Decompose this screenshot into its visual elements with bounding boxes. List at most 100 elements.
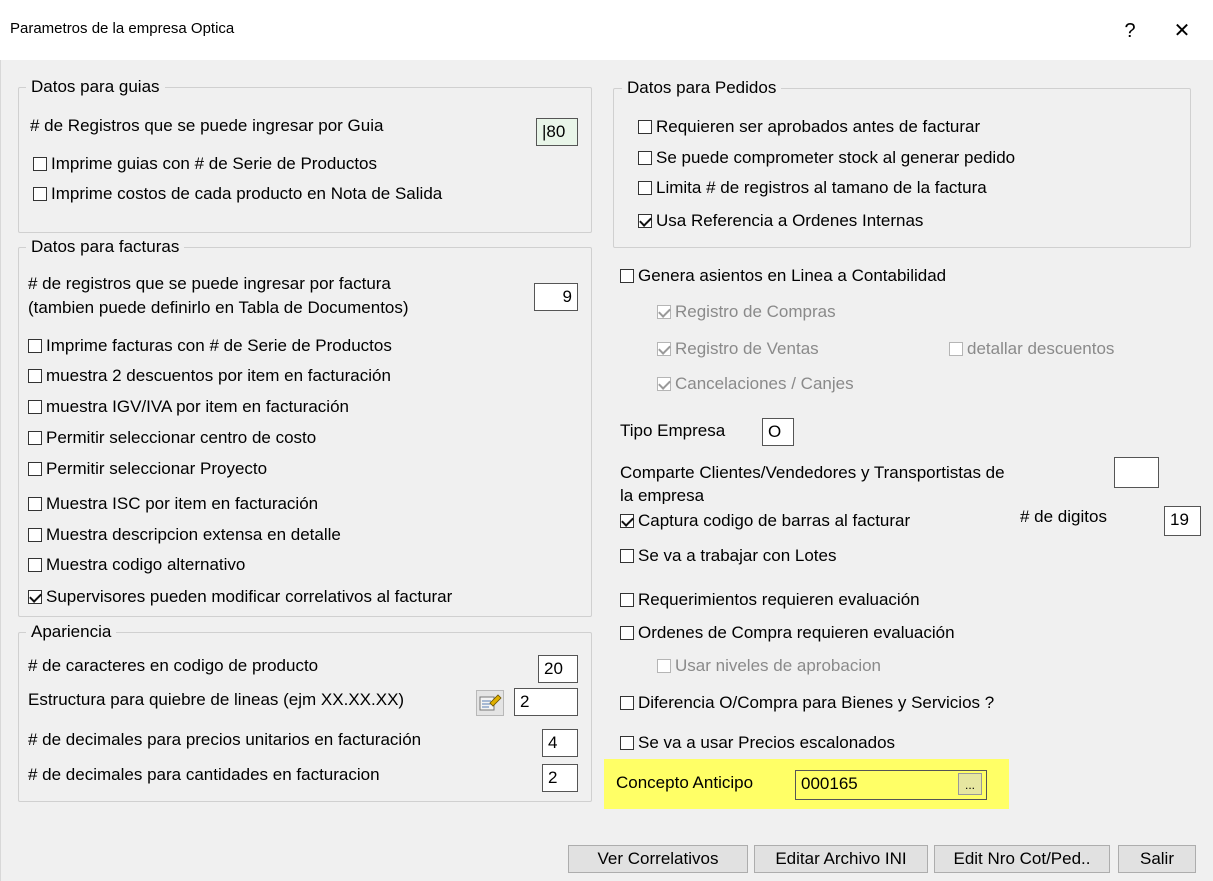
checkbox-box[interactable] [638, 151, 652, 165]
facturas-option-isc[interactable]: Muestra ISC por item en facturación [28, 494, 318, 514]
pedidos-option-referencia[interactable]: Usa Referencia a Ordenes Internas [638, 211, 923, 231]
requerimientos-checkbox[interactable]: Requerimientos requieren evaluación [620, 590, 920, 610]
checkbox-label: Permitir seleccionar centro de costo [46, 428, 317, 447]
checkbox-box [657, 305, 671, 319]
checkbox-box[interactable] [620, 626, 634, 640]
checkbox-box[interactable] [620, 514, 634, 528]
caracteres-input[interactable]: 20 [538, 655, 578, 683]
comparte-input[interactable] [1114, 457, 1159, 488]
checkbox-box [657, 659, 671, 673]
checkbox-box[interactable] [620, 696, 634, 710]
checkbox-box[interactable] [28, 431, 42, 445]
facturas-option-descripcion[interactable]: Muestra descripcion extensa en detalle [28, 525, 341, 545]
checkbox-box [657, 377, 671, 391]
checkbox-box[interactable] [620, 269, 634, 283]
ordenes-compra-checkbox[interactable]: Ordenes de Compra requieren evaluación [620, 623, 955, 643]
salir-button[interactable]: Salir [1118, 845, 1196, 873]
checkbox-box[interactable] [638, 181, 652, 195]
checkbox-box[interactable] [28, 497, 42, 511]
checkbox-box[interactable] [28, 369, 42, 383]
checkbox-box[interactable] [28, 528, 42, 542]
checkbox-label: Registro de Compras [675, 302, 836, 321]
comparte-label-1: Comparte Clientes/Vendedores y Transport… [620, 463, 1005, 482]
anticipo-browse-button[interactable]: ... [958, 773, 982, 795]
caracteres-label: # de caracteres en codigo de producto [28, 656, 319, 675]
precios-escalonados-checkbox[interactable]: Se va a usar Precios escalonados [620, 733, 895, 753]
editar-ini-button[interactable]: Editar Archivo INI [754, 845, 928, 873]
facturas-option-supervisores[interactable]: Supervisores pueden modificar correlativ… [28, 587, 452, 607]
cancelaciones-checkbox: Cancelaciones / Canjes [657, 374, 854, 394]
checkbox-label: Usar niveles de aprobacion [675, 656, 882, 675]
pedidos-legend: Datos para Pedidos [622, 78, 782, 98]
guias-registros-label: # de Registros que se puede ingresar por… [30, 116, 384, 135]
dec-cant-input[interactable]: 2 [542, 764, 578, 792]
checkbox-label: Cancelaciones / Canjes [675, 374, 854, 393]
guias-series-checkbox[interactable]: Imprime guias con # de Serie de Producto… [33, 154, 377, 174]
checkbox-label: Genera asientos en Linea a Contabilidad [638, 266, 947, 285]
checkbox-label: Limita # de registros al tamano de la fa… [656, 178, 987, 197]
tipo-empresa-input[interactable]: O [762, 418, 794, 446]
digitos-label: # de digitos [1020, 507, 1107, 526]
comparte-label-2: la empresa [620, 486, 705, 504]
pedidos-option-limita[interactable]: Limita # de registros al tamano de la fa… [638, 178, 987, 198]
digitos-input[interactable]: 19 [1164, 506, 1201, 536]
dec-precios-input[interactable]: 4 [542, 729, 578, 757]
guias-legend: Datos para guias [26, 77, 165, 97]
guias-registros-input[interactable]: |80 [536, 118, 578, 146]
checkbox-box[interactable] [28, 558, 42, 572]
facturas-registros-input[interactable]: 9 [534, 283, 578, 311]
tipo-empresa-label: Tipo Empresa [620, 421, 726, 440]
checkbox-label: Captura codigo de barras al facturar [638, 511, 911, 530]
checkbox-label: detallar descuentos [967, 339, 1115, 358]
checkbox-label: Requieren ser aprobados antes de factura… [656, 117, 981, 136]
facturas-option-descuentos[interactable]: muestra 2 descuentos por item en factura… [28, 366, 391, 386]
window-title: Parametros de la empresa Optica [10, 20, 235, 37]
checkbox-box[interactable] [28, 400, 42, 414]
checkbox-label: Supervisores pueden modificar correlativ… [46, 587, 453, 606]
facturas-option-codigo-alt[interactable]: Muestra codigo alternativo [28, 555, 245, 575]
facturas-option-igv[interactable]: muestra IGV/IVA por item en facturación [28, 397, 349, 417]
estructura-input[interactable]: 2 [514, 688, 578, 716]
checkbox-box[interactable] [638, 214, 652, 228]
edit-structure-icon[interactable] [476, 690, 504, 716]
checkbox-box[interactable] [33, 157, 47, 171]
checkbox-label: Permitir seleccionar Proyecto [46, 459, 268, 478]
checkbox-box[interactable] [620, 549, 634, 563]
niveles-aprobacion-checkbox: Usar niveles de aprobacion [657, 656, 881, 676]
edit-cot-ped-button[interactable]: Edit Nro Cot/Ped.. [934, 845, 1110, 873]
checkbox-box[interactable] [638, 120, 652, 134]
pedidos-option-stock[interactable]: Se puede comprometer stock al generar pe… [638, 148, 1015, 168]
facturas-option-centro-costo[interactable]: Permitir seleccionar centro de costo [28, 428, 316, 448]
lotes-checkbox[interactable]: Se va a trabajar con Lotes [620, 546, 836, 566]
checkbox-label: Imprime guias con # de Serie de Producto… [51, 154, 378, 173]
checkbox-box[interactable] [28, 339, 42, 353]
dec-cant-label: # de decimales para cantidades en factur… [28, 765, 380, 784]
dec-precios-label: # de decimales para precios unitarios en… [28, 730, 422, 749]
checkbox-label: Muestra descripcion extensa en detalle [46, 525, 341, 544]
guias-costos-checkbox[interactable]: Imprime costos de cada producto en Nota … [33, 184, 442, 204]
checkbox-label: muestra IGV/IVA por item en facturación [46, 397, 349, 416]
checkbox-label: Imprime costos de cada producto en Nota … [51, 184, 443, 203]
checkbox-label: Requerimientos requieren evaluación [638, 590, 920, 609]
close-icon[interactable]: ✕ [1162, 14, 1202, 48]
checkbox-label: Se puede comprometer stock al generar pe… [656, 148, 1016, 167]
checkbox-box[interactable] [28, 590, 42, 604]
facturas-option-proyecto[interactable]: Permitir seleccionar Proyecto [28, 459, 267, 479]
ver-correlativos-button[interactable]: Ver Correlativos [568, 845, 748, 873]
genera-asientos-checkbox[interactable]: Genera asientos en Linea a Contabilidad [620, 266, 946, 286]
checkbox-label: Registro de Ventas [675, 339, 819, 358]
checkbox-box[interactable] [28, 462, 42, 476]
checkbox-box[interactable] [33, 187, 47, 201]
captura-barras-checkbox[interactable]: Captura codigo de barras al facturar [620, 511, 910, 531]
detallar-descuentos-checkbox: detallar descuentos [949, 339, 1114, 359]
help-button[interactable]: ? [1110, 14, 1150, 48]
pedidos-option-aprobados[interactable]: Requieren ser aprobados antes de factura… [638, 117, 980, 137]
checkbox-box [949, 342, 963, 356]
registro-compras-checkbox: Registro de Compras [657, 302, 836, 322]
checkbox-box[interactable] [620, 593, 634, 607]
checkbox-box[interactable] [620, 736, 634, 750]
facturas-option-series[interactable]: Imprime facturas con # de Serie de Produ… [28, 336, 392, 356]
checkbox-box [657, 342, 671, 356]
checkbox-label: Diferencia O/Compra para Bienes y Servic… [638, 693, 995, 712]
diferencia-checkbox[interactable]: Diferencia O/Compra para Bienes y Servic… [620, 693, 994, 713]
